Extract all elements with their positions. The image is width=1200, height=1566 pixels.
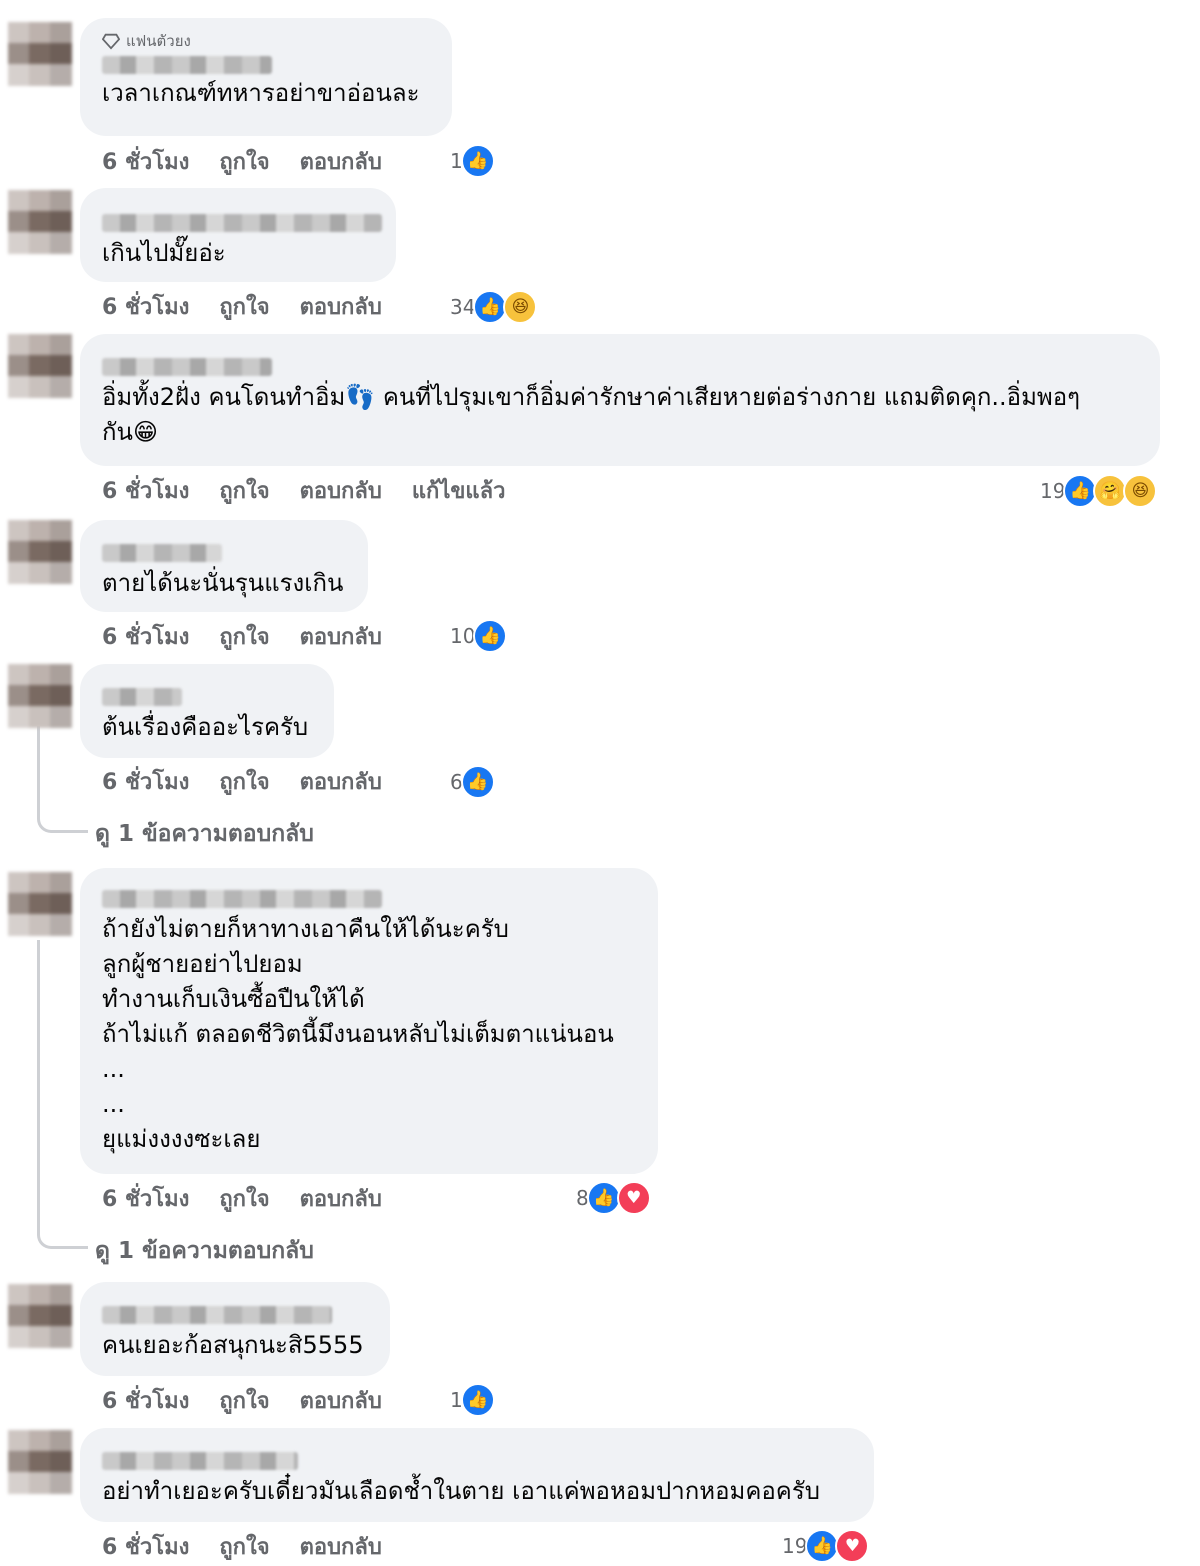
comment-bubble: ต้นเรื่องคืออะไรครับ bbox=[80, 664, 334, 758]
like-icon: 👍 bbox=[1063, 474, 1098, 508]
avatar[interactable] bbox=[8, 872, 72, 936]
comment-text: คนเยอะก้อสนุกนะสิ5555 bbox=[102, 1331, 364, 1359]
author-name[interactable] bbox=[102, 544, 222, 562]
timestamp[interactable]: 6 ชั่วโมง bbox=[102, 144, 189, 179]
reaction-summary[interactable]: 6 👍 bbox=[450, 765, 495, 799]
author-name[interactable] bbox=[102, 1306, 332, 1324]
comment-bubble: อิ่มทั้ง2ฝั่ง คนโดนทำอิ่ม👣 คนที่ไปรุมเขา… bbox=[80, 334, 1160, 466]
timestamp[interactable]: 6 ชั่วโมง bbox=[102, 1529, 189, 1564]
timestamp[interactable]: 6 ชั่วโมง bbox=[102, 289, 189, 324]
comment-bubble: คนเยอะก้อสนุกนะสิ5555 bbox=[80, 1282, 390, 1376]
like-button[interactable]: ถูกใจ bbox=[219, 619, 269, 654]
reaction-summary[interactable]: 19 👍 ♥ bbox=[782, 1529, 870, 1563]
avatar[interactable] bbox=[8, 1430, 72, 1494]
like-button[interactable]: ถูกใจ bbox=[219, 289, 269, 324]
comment-text: เกินไปมั๊ยอ่ะ bbox=[102, 239, 226, 267]
like-button[interactable]: ถูกใจ bbox=[219, 1181, 269, 1216]
reaction-summary[interactable]: 1 👍 bbox=[450, 144, 495, 178]
timestamp[interactable]: 6 ชั่วโมง bbox=[102, 473, 189, 508]
comment-bubble: เกินไปมั๊ยอ่ะ bbox=[80, 188, 396, 282]
reaction-summary[interactable]: 19 👍 🤗 😆 bbox=[1040, 474, 1158, 508]
comment-actions: 6 ชั่วโมง ถูกใจ ตอบกลับ bbox=[102, 766, 412, 796]
haha-icon: 😆 bbox=[1123, 474, 1158, 508]
reply-button[interactable]: ตอบกลับ bbox=[300, 144, 382, 179]
reply-button[interactable]: ตอบกลับ bbox=[300, 1181, 382, 1216]
edited-label[interactable]: แก้ไขแล้ว bbox=[412, 473, 506, 508]
comment-bubble: ถ้ายังไม่ตายก็หาทางเอาคืนให้ได้นะครับ ลู… bbox=[80, 868, 658, 1174]
reaction-count: 34 bbox=[450, 295, 476, 319]
author-name[interactable] bbox=[102, 890, 382, 908]
like-button[interactable]: ถูกใจ bbox=[219, 473, 269, 508]
like-icon: 👍 bbox=[460, 765, 495, 799]
timestamp[interactable]: 6 ชั่วโมง bbox=[102, 1181, 189, 1216]
comment-bubble: แฟนตัวยง เวลาเกณฑ์ทหารอย่าขาอ่อนละ bbox=[80, 18, 452, 136]
top-fan-badge: แฟนตัวยง bbox=[102, 30, 430, 52]
reply-thread-line bbox=[37, 726, 88, 833]
comment-text: ถ้ายังไม่ตายก็หาทางเอาคืนให้ได้นะครับ ลู… bbox=[102, 915, 614, 1153]
reply-button[interactable]: ตอบกลับ bbox=[300, 1529, 382, 1564]
like-button[interactable]: ถูกใจ bbox=[219, 1529, 269, 1564]
like-icon: 👍 bbox=[460, 1383, 495, 1417]
like-icon: 👍 bbox=[460, 144, 495, 178]
author-name[interactable] bbox=[102, 1452, 298, 1470]
like-icon: 👍 bbox=[805, 1529, 840, 1563]
love-icon: ♥ bbox=[835, 1529, 870, 1563]
timestamp[interactable]: 6 ชั่วโมง bbox=[102, 619, 189, 654]
comment-actions: 6 ชั่วโมง ถูกใจ ตอบกลับ bbox=[102, 146, 412, 176]
comment-actions: 6 ชั่วโมง ถูกใจ ตอบกลับ bbox=[102, 1531, 412, 1561]
like-icon: 👍 bbox=[473, 619, 508, 653]
author-name[interactable] bbox=[102, 56, 272, 74]
author-name[interactable] bbox=[102, 688, 182, 706]
reply-button[interactable]: ตอบกลับ bbox=[300, 764, 382, 799]
comment-actions: 6 ชั่วโมง ถูกใจ ตอบกลับ แก้ไขแล้ว bbox=[102, 475, 535, 505]
like-icon: 👍 bbox=[473, 290, 508, 324]
like-button[interactable]: ถูกใจ bbox=[219, 764, 269, 799]
comment-bubble: ตายได้นะนั่นรุนแรงเกิน bbox=[80, 520, 368, 612]
view-replies-link[interactable]: ดู 1 ข้อความตอบกลับ bbox=[95, 816, 314, 852]
reaction-summary[interactable]: 1 👍 bbox=[450, 1383, 495, 1417]
avatar[interactable] bbox=[8, 1284, 72, 1348]
comment-text: เวลาเกณฑ์ทหารอย่าขาอ่อนละ bbox=[102, 79, 420, 107]
author-name[interactable] bbox=[102, 214, 382, 232]
comment-actions: 6 ชั่วโมง ถูกใจ ตอบกลับ bbox=[102, 1183, 412, 1213]
comment-text: อิ่มทั้ง2ฝั่ง คนโดนทำอิ่ม👣 คนที่ไปรุมเขา… bbox=[102, 383, 1081, 446]
haha-icon: 😆 bbox=[503, 290, 538, 324]
view-replies-link[interactable]: ดู 1 ข้อความตอบกลับ bbox=[95, 1233, 314, 1269]
like-button[interactable]: ถูกใจ bbox=[219, 144, 269, 179]
comment-actions: 6 ชั่วโมง ถูกใจ ตอบกลับ bbox=[102, 291, 412, 321]
avatar[interactable] bbox=[8, 520, 72, 584]
care-icon: 🤗 bbox=[1093, 474, 1128, 508]
reaction-summary[interactable]: 8 👍 ♥ bbox=[576, 1181, 651, 1215]
reply-button[interactable]: ตอบกลับ bbox=[300, 473, 382, 508]
timestamp[interactable]: 6 ชั่วโมง bbox=[102, 1383, 189, 1418]
avatar[interactable] bbox=[8, 334, 72, 398]
author-name[interactable] bbox=[102, 358, 272, 376]
avatar[interactable] bbox=[8, 22, 72, 86]
reply-button[interactable]: ตอบกลับ bbox=[300, 619, 382, 654]
badge-label: แฟนตัวยง bbox=[126, 32, 191, 50]
timestamp[interactable]: 6 ชั่วโมง bbox=[102, 764, 189, 799]
comment-actions: 6 ชั่วโมง ถูกใจ ตอบกลับ bbox=[102, 1385, 412, 1415]
avatar[interactable] bbox=[8, 664, 72, 728]
reaction-summary[interactable]: 34 👍 😆 bbox=[450, 290, 538, 324]
reply-button[interactable]: ตอบกลับ bbox=[300, 1383, 382, 1418]
reaction-count: 10 bbox=[450, 624, 476, 648]
reaction-count: 19 bbox=[1040, 479, 1066, 503]
like-icon: 👍 bbox=[586, 1181, 621, 1215]
love-icon: ♥ bbox=[616, 1181, 651, 1215]
like-button[interactable]: ถูกใจ bbox=[219, 1383, 269, 1418]
reaction-summary[interactable]: 10 👍 bbox=[450, 619, 508, 653]
comment-text: ตายได้นะนั่นรุนแรงเกิน bbox=[102, 569, 344, 597]
reaction-count: 19 bbox=[782, 1534, 808, 1558]
comment-text: อย่าทำเยอะครับเดี๋ยวมันเลือดช้ำในตาย เอา… bbox=[102, 1477, 820, 1505]
comment-bubble: อย่าทำเยอะครับเดี๋ยวมันเลือดช้ำในตาย เอา… bbox=[80, 1428, 874, 1522]
avatar[interactable] bbox=[8, 190, 72, 254]
reply-button[interactable]: ตอบกลับ bbox=[300, 289, 382, 324]
comment-actions: 6 ชั่วโมง ถูกใจ ตอบกลับ bbox=[102, 621, 412, 651]
comment-text: ต้นเรื่องคืออะไรครับ bbox=[102, 713, 309, 741]
diamond-icon bbox=[102, 33, 120, 50]
